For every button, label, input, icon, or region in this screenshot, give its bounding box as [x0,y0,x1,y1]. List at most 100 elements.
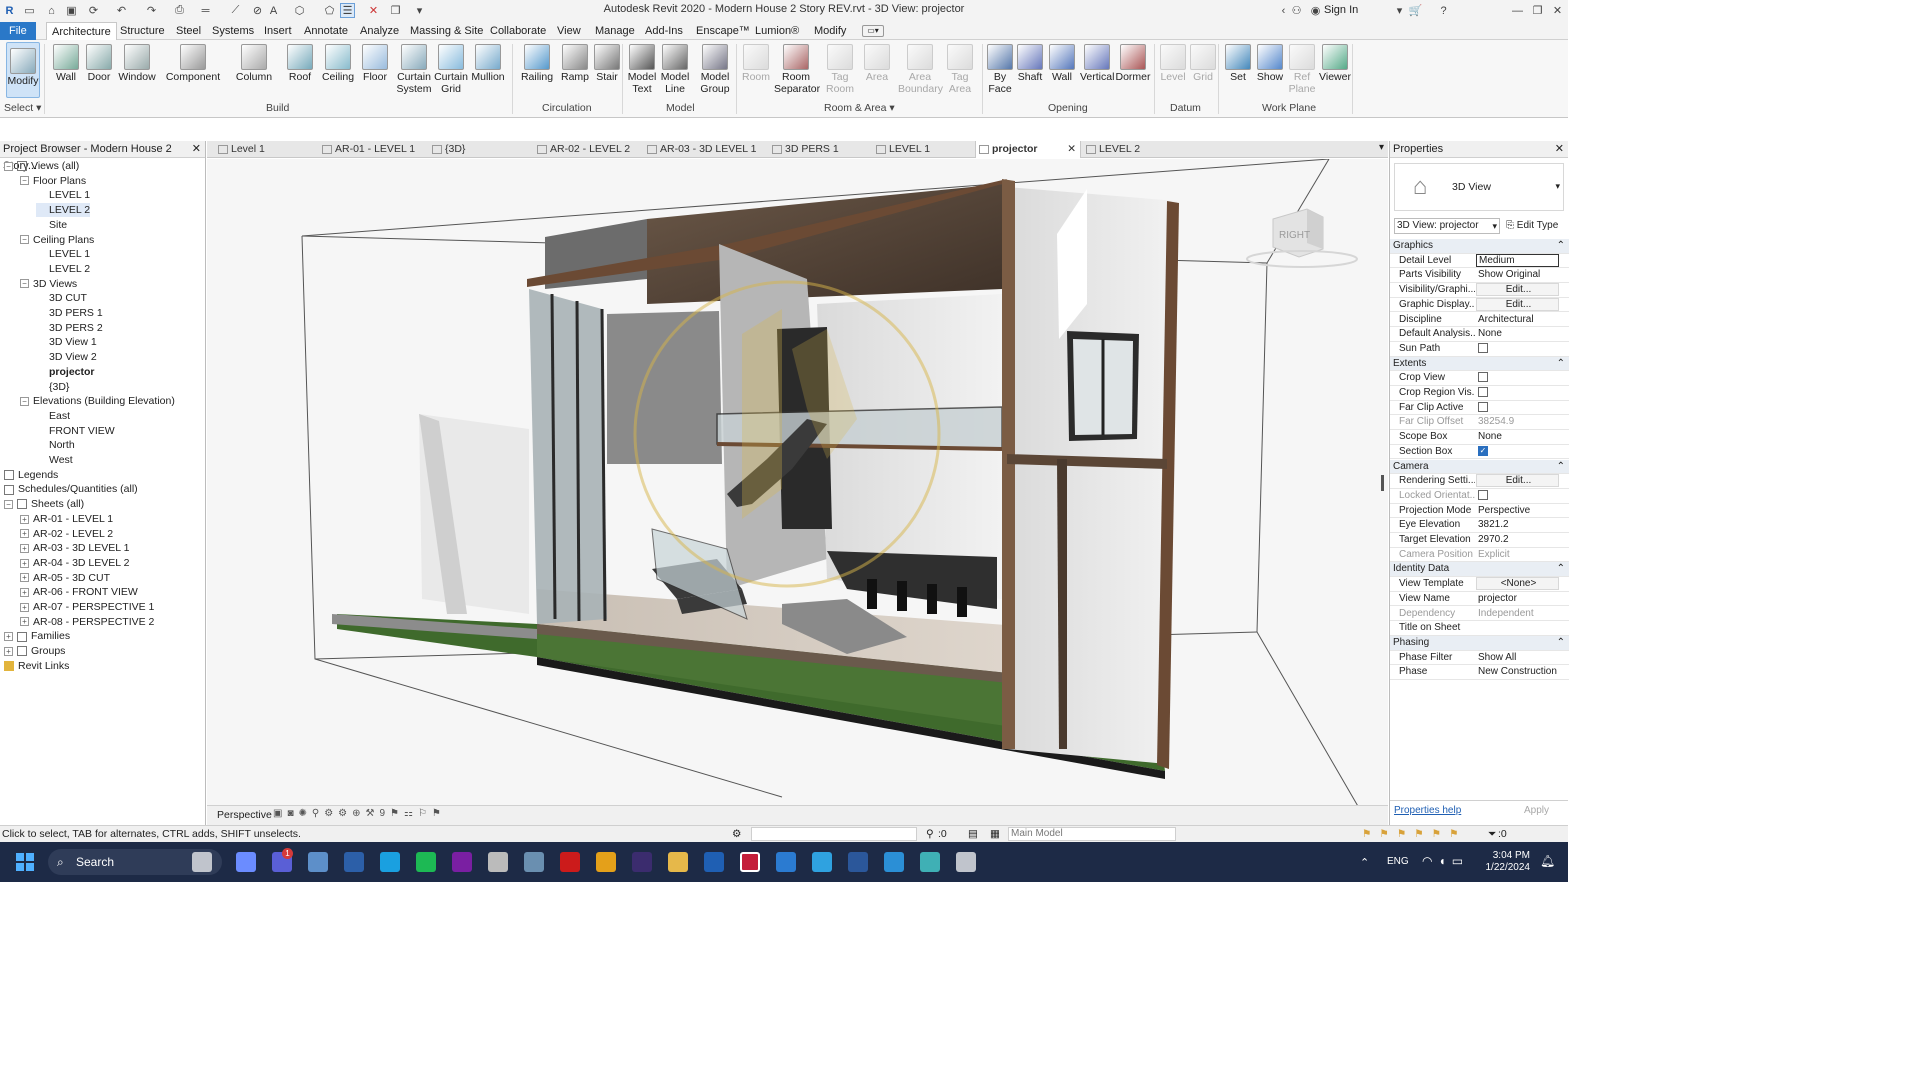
detail-level-dropdown[interactable]: Medium [1476,253,1559,267]
view-tab-level-1[interactable]: LEVEL 1 [873,141,969,158]
workset-icon[interactable]: ⚙ [732,826,741,842]
ribbon-button-shaft[interactable]: Shaft [1016,42,1044,100]
photos-icon[interactable] [344,852,364,872]
checkbox[interactable] [1478,372,1488,383]
expand-icon[interactable]: + [20,543,29,553]
revit-icon[interactable] [740,852,760,872]
menu-tab-insert[interactable]: Insert [259,22,297,40]
collapse-icon[interactable]: − [20,279,29,289]
ribbon-button-tag-room[interactable]: Tag Room [822,42,858,100]
copilot-icon[interactable] [192,852,212,872]
edit-button[interactable]: Edit... [1476,474,1559,488]
expand-icon[interactable]: + [20,514,29,524]
tree-item[interactable]: LEVEL 1 [36,247,90,261]
ribbon-button-by-face[interactable]: By Face [986,42,1014,100]
edit-type-button[interactable]: ⎘ Edit Type [1506,218,1558,234]
tree-item[interactable]: LEVEL 2 [36,203,91,218]
tree-item[interactable]: West [36,453,73,467]
notifications-bell-icon[interactable]: 🔔︎ [1540,854,1555,868]
language-indicator[interactable]: ENG [1387,856,1409,867]
menu-tab-enscape-[interactable]: Enscape™ [691,22,755,40]
expand-icon[interactable]: + [20,558,29,568]
ribbon-button-viewer[interactable]: Viewer [1318,42,1352,100]
revit-lt-icon[interactable] [920,852,940,872]
tree-item[interactable]: LEVEL 1 [36,188,90,202]
checkbox[interactable] [1478,401,1488,412]
show-hidden-icons[interactable]: ⌃ [1360,856,1369,869]
ribbon-button-show[interactable]: Show [1256,42,1284,100]
ribbon-button-ceiling[interactable]: Ceiling [320,42,356,100]
menu-tab-architecture[interactable]: Architecture [46,22,117,41]
property-group-extents[interactable]: Extents ⌃ [1390,356,1569,372]
tree-item[interactable]: East [36,409,70,423]
ribbon-button-column[interactable]: Column [234,42,274,100]
tab-list-dropdown-icon[interactable]: ▾ [1379,142,1384,153]
tree-item[interactable]: 3D CUT [36,291,87,305]
ribbon-button-vertical[interactable]: Vertical [1080,42,1114,100]
menu-tab-add-ins[interactable]: Add-Ins [640,22,688,40]
lightroom-icon[interactable] [380,852,400,872]
menu-tab-collaborate[interactable]: Collaborate [485,22,551,40]
menu-tab-massing-site[interactable]: Massing & Site [405,22,488,40]
calculator-icon[interactable] [560,852,580,872]
tree-item[interactable]: + AR-07 - PERSPECTIVE 1 [20,600,154,614]
checkbox[interactable] [1478,342,1488,353]
instance-selector[interactable]: 3D View: projector ▾ [1394,218,1500,234]
edit-button[interactable]: Edit... [1476,283,1559,297]
projection-mode-label[interactable]: Perspective [217,809,272,821]
cart-icon[interactable]: 🛒 [1408,3,1423,18]
expand-icon[interactable]: + [4,632,13,642]
design-options-icon[interactable]: ▤ [968,826,978,842]
ribbon-button-tag-area[interactable]: Tag Area [946,42,974,100]
ribbon-button-modify[interactable]: Modify [6,42,40,98]
collapse-icon[interactable]: − [20,176,29,186]
property-value[interactable]: None [1476,430,1559,444]
tree-item[interactable]: + AR-02 - LEVEL 2 [20,527,113,541]
ribbon-button-door[interactable]: Door [84,42,114,100]
network-icon[interactable] [956,852,976,872]
tree-item[interactable]: − Sheets (all) [4,497,84,511]
clock[interactable]: 3:04 PM 1/22/2024 [1482,850,1531,874]
expand-icon[interactable]: + [20,588,29,598]
view-tab-projector[interactable]: projector ✕ [975,141,1081,158]
ribbon-button-curtain-system[interactable]: Curtain System [396,42,432,100]
property-group-phasing[interactable]: Phasing ⌃ [1390,635,1569,651]
edge-icon[interactable] [416,852,436,872]
collapse-group-icon[interactable]: ⌃ [1557,636,1565,650]
property-value[interactable]: Show Original [1476,268,1559,282]
tree-item[interactable]: projector [36,365,95,379]
ribbon-button-level[interactable]: Level [1158,42,1188,100]
file-tab[interactable]: File [0,22,36,40]
word-icon[interactable] [884,852,904,872]
view-tab-ar-02-level-2[interactable]: AR-02 - LEVEL 2 [534,141,638,158]
property-value[interactable]: projector [1476,592,1559,606]
tree-item[interactable]: − Views (all) [4,159,79,173]
tree-item[interactable]: + AR-06 - FRONT VIEW [20,585,138,599]
tree-item[interactable]: 3D PERS 1 [36,306,103,320]
menu-tab-lumion-[interactable]: Lumion® [750,22,804,40]
help-icon[interactable]: ? [1436,3,1451,18]
filter-icon[interactable]: ⏷ [1488,826,1496,842]
menu-tab-structure[interactable]: Structure [115,22,170,40]
tree-item[interactable]: {3D} [36,380,69,394]
tree-item[interactable]: FRONT VIEW [36,424,115,438]
vertical-scroll-handle[interactable] [1381,475,1384,491]
ribbon-button-dormer[interactable]: Dormer [1114,42,1152,100]
menu-tab-view[interactable]: View [552,22,586,40]
property-group-graphics[interactable]: Graphics ⌃ [1390,239,1569,254]
tree-item[interactable]: 3D View 1 [36,335,97,349]
ribbon-button-component[interactable]: Component [164,42,222,100]
view-tab-ar-01-level-1[interactable]: AR-01 - LEVEL 1 [319,141,423,158]
close-icon[interactable]: ✕ [192,141,201,158]
tree-item[interactable]: −3D Views [20,277,77,291]
ribbon-button-floor[interactable]: Floor [358,42,392,100]
edit-button[interactable]: <None> [1476,577,1559,591]
view-tab-ar-03-3d-level-1[interactable]: AR-03 - 3D LEVEL 1 [644,141,762,158]
ribbon-button-model-text[interactable]: Model Text [626,42,658,100]
tree-item[interactable]: Schedules/Quantities (all) [4,482,138,496]
chevron-down-icon[interactable]: ▾ [1555,181,1560,192]
menu-tab-steel[interactable]: Steel [171,22,206,40]
premiere-icon[interactable] [488,852,508,872]
property-value[interactable]: Show All [1476,651,1559,665]
after-effects-icon[interactable] [668,852,688,872]
